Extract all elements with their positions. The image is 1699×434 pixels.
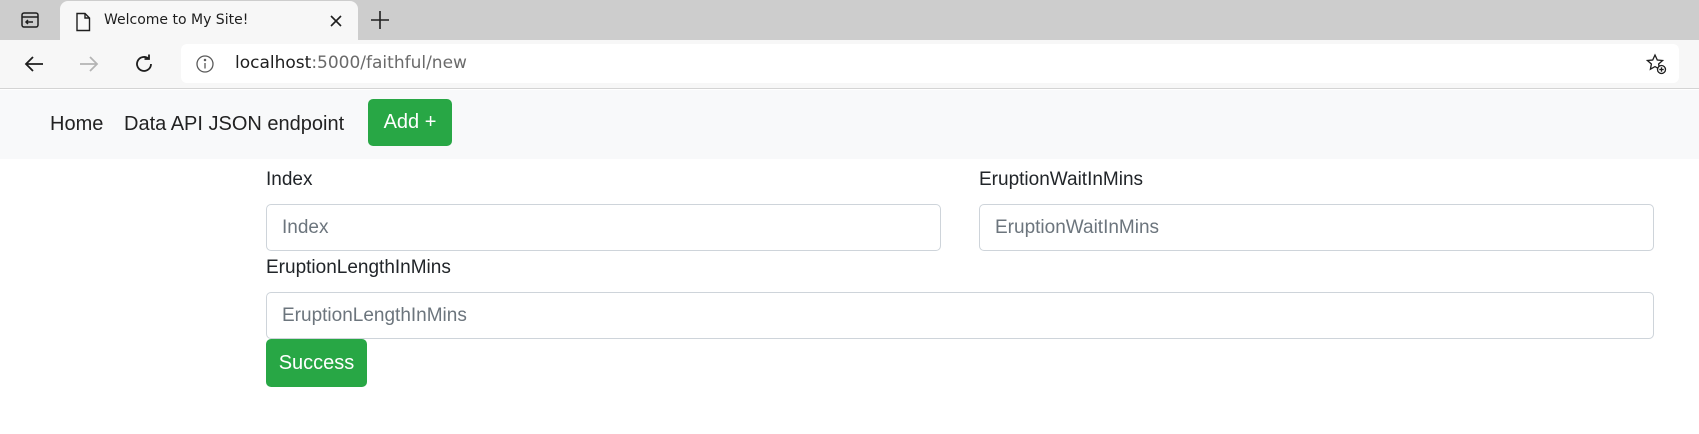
eruption-length-input[interactable]: [266, 292, 1654, 339]
url-path: :5000/faithful/new: [311, 53, 467, 73]
site-navbar: Home Data API JSON endpoint Add +: [0, 90, 1699, 159]
forward-arrow-icon[interactable]: [77, 52, 101, 76]
browser-tab-active[interactable]: Welcome to My Site!: [60, 1, 358, 40]
browser-toolbar: localhost:5000/faithful/new: [0, 40, 1699, 89]
tab-actions-icon[interactable]: [14, 8, 46, 32]
reload-icon[interactable]: [132, 52, 156, 76]
back-arrow-icon[interactable]: [22, 52, 46, 76]
url-host: localhost: [235, 53, 312, 73]
eruption-wait-input[interactable]: [979, 204, 1654, 251]
address-bar[interactable]: localhost:5000/faithful/new: [181, 44, 1679, 83]
success-submit-button[interactable]: Success: [266, 339, 367, 387]
page-icon: [76, 12, 91, 32]
url-text[interactable]: localhost:5000/faithful/new: [235, 53, 467, 73]
tab-title: Welcome to My Site!: [104, 12, 249, 28]
eruption-length-label: EruptionLengthInMins: [266, 257, 451, 278]
close-icon[interactable]: [328, 13, 344, 29]
new-tab-plus-icon[interactable]: [368, 8, 392, 32]
nav-link-data-api[interactable]: Data API JSON endpoint: [124, 113, 344, 136]
index-label: Index: [266, 169, 313, 190]
eruption-wait-label: EruptionWaitInMins: [979, 169, 1144, 190]
info-icon[interactable]: [195, 54, 215, 74]
browser-tabstrip: Welcome to My Site!: [0, 0, 1699, 40]
star-add-icon[interactable]: [1645, 53, 1667, 75]
add-button[interactable]: Add +: [368, 99, 452, 146]
nav-link-home[interactable]: Home: [50, 113, 103, 136]
index-input[interactable]: [266, 204, 941, 251]
